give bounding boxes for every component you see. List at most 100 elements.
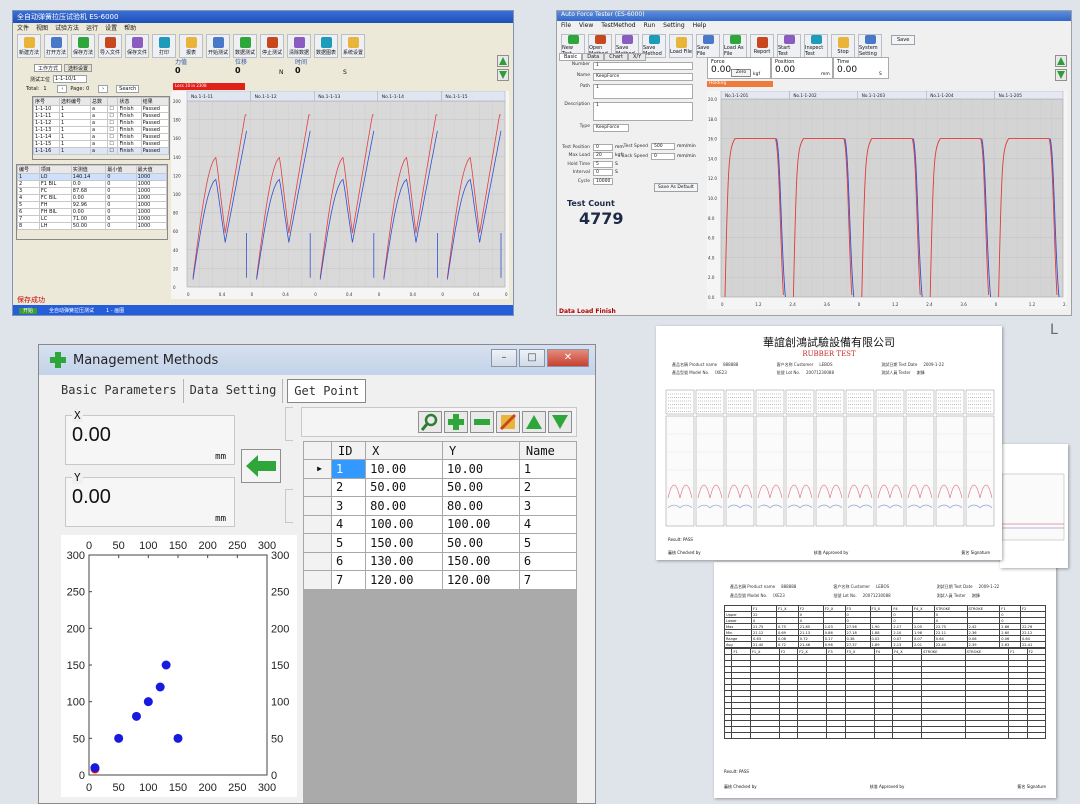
cell-x[interactable]: 100.00 (365, 514, 443, 534)
menu-item[interactable]: 视图 (36, 25, 48, 32)
row-header[interactable] (303, 551, 332, 571)
table-row[interactable]: 2 50.00 50.00 2 (303, 477, 577, 497)
list-row[interactable]: 1-1-14 1 a ☐ Finish Passed (33, 133, 169, 141)
clear-button[interactable] (496, 411, 520, 433)
toolbar-button[interactable]: Load File (669, 34, 693, 58)
table-row[interactable]: 5 150.00 50.00 5 (303, 533, 577, 553)
next-page-button[interactable]: › (98, 85, 109, 93)
toolbar-button[interactable]: Save File (696, 34, 720, 58)
save-button[interactable]: Save (891, 35, 916, 45)
field-input[interactable]: 1 (593, 62, 693, 70)
row-checkbox[interactable]: ☐ (107, 112, 119, 120)
cell-x[interactable]: 120.00 (365, 570, 443, 590)
table-row[interactable]: 7 120.00 120.00 7 (303, 570, 577, 590)
toolbar-button[interactable]: Inspect Test (804, 34, 828, 58)
menu-item[interactable]: 帮助 (124, 25, 136, 32)
toolbar-button[interactable]: 保存方法 (71, 34, 95, 58)
add-button[interactable] (444, 411, 468, 433)
param-row[interactable]: 6 FH BIL 0.00 0 1000 (17, 208, 167, 216)
up-arrow-button[interactable] (1055, 55, 1067, 67)
cell-id[interactable]: 2 (330, 477, 367, 497)
field-input[interactable]: KeepForce (593, 73, 693, 81)
cell-name[interactable]: 1 (518, 459, 577, 479)
field-input[interactable]: 0 (651, 152, 675, 160)
up-arrow-button[interactable] (497, 55, 509, 67)
field-input[interactable]: 0 (593, 143, 613, 151)
menu-item[interactable]: 运行 (86, 25, 98, 32)
field-input[interactable]: 500 (651, 142, 675, 150)
table-row[interactable]: 4 100.00 100.00 4 (303, 514, 577, 534)
spec-field[interactable]: 1-1-10/1 (53, 75, 88, 83)
move-up-button[interactable] (522, 411, 546, 433)
row-checkbox[interactable]: ☐ (107, 105, 119, 113)
toolbar-button[interactable]: 开始测试 (206, 34, 230, 58)
toolbar-button[interactable]: Load As File (723, 34, 747, 58)
toolbar-button[interactable]: 停止测试 (260, 34, 284, 58)
cell-id[interactable]: 3 (330, 496, 367, 516)
toolbar-button[interactable]: Start Test (777, 34, 801, 58)
tab-data[interactable]: Data (582, 53, 605, 61)
save-as-default-button[interactable]: Save As Default (654, 183, 698, 192)
table-row[interactable]: ▶ 1 10.00 10.00 1 (303, 459, 577, 479)
prev-page-button[interactable]: ‹ (57, 85, 68, 93)
toolbar-button[interactable]: 保存文件 (125, 34, 149, 58)
tab-get-point[interactable]: Get Point (287, 379, 367, 403)
toolbar-button[interactable]: Stop (831, 34, 855, 58)
menu-item[interactable]: View (579, 22, 593, 29)
field-input[interactable]: 5 (593, 160, 613, 168)
down-arrow-button[interactable] (1055, 69, 1067, 81)
taskbar-item[interactable]: 开始 (19, 308, 38, 314)
cell-name[interactable]: 2 (518, 477, 577, 497)
toolbar-button[interactable]: Report (750, 34, 774, 58)
taskbar-item[interactable]: 1 - 画图 (106, 308, 124, 314)
tab-data-setting[interactable]: Data Setting (184, 379, 284, 403)
toolbar-button[interactable]: 打印 (152, 34, 176, 58)
row-checkbox[interactable]: ☐ (107, 126, 119, 134)
field-input[interactable]: 20 (593, 152, 613, 160)
tab-basic-parameters[interactable]: Basic Parameters (55, 379, 184, 403)
field-input[interactable]: KeepForce (593, 124, 629, 132)
cell-x[interactable]: 50.00 (365, 477, 443, 497)
cell-name[interactable]: 5 (518, 533, 577, 553)
cell-y[interactable]: 150.00 (442, 551, 520, 571)
cell-y[interactable]: 10.00 (442, 459, 520, 479)
cell-y[interactable]: 120.00 (442, 570, 520, 590)
cell-id[interactable]: 6 (330, 551, 367, 571)
menu-item[interactable]: Help (693, 22, 707, 29)
cell-name[interactable]: 7 (518, 570, 577, 590)
column-header-id[interactable]: ID (330, 441, 367, 460)
minimize-button[interactable]: – (491, 349, 517, 367)
menu-item[interactable]: Run (644, 22, 656, 29)
table-row[interactable]: 3 80.00 80.00 3 (303, 496, 577, 516)
tab-basic[interactable]: Basic (559, 53, 583, 61)
cell-y[interactable]: 50.00 (442, 533, 520, 553)
list-row[interactable]: 1-1-11 1 a ☐ Finish Passed (33, 112, 169, 120)
zero-button[interactable]: Zero (731, 69, 751, 77)
column-header-name[interactable]: Name (518, 441, 577, 460)
toolbar-button[interactable]: 新建方法 (17, 34, 41, 58)
tab-x-y[interactable]: X/Y (627, 53, 647, 61)
list-row[interactable]: 1-1-16 1 a ☐ Finish Passed (33, 147, 169, 155)
move-down-button[interactable] (548, 411, 572, 433)
menu-item[interactable]: 设置 (105, 25, 117, 32)
cell-id[interactable]: 7 (330, 570, 367, 590)
field-input[interactable]: 1 (593, 102, 693, 121)
row-header[interactable]: ▶ (303, 459, 332, 479)
taskbar-item[interactable]: 全自动弹簧拉压测试 (49, 308, 94, 314)
row-checkbox[interactable]: ☐ (107, 140, 119, 148)
menu-item[interactable]: 文件 (17, 25, 29, 32)
param-row[interactable]: 7 LC 71.00 0 1000 (17, 215, 167, 223)
row-checkbox[interactable]: ☐ (107, 119, 119, 127)
param-row[interactable]: 8 LH 50.00 0 1000 (17, 222, 167, 230)
param-row[interactable]: 4 FC BIL 0.00 0 1000 (17, 194, 167, 202)
list-row[interactable]: 1-1-15 1 a ☐ Finish Passed (33, 140, 169, 148)
tab-1[interactable]: 选料设置 (64, 64, 93, 72)
toolbar-button[interactable]: 导入文件 (98, 34, 122, 58)
toolbar-button[interactable]: 清除数据 (287, 34, 311, 58)
row-checkbox[interactable]: ☐ (107, 147, 119, 155)
cell-x[interactable]: 130.00 (365, 551, 443, 571)
list-row[interactable]: 1-1-13 1 a ☐ Finish Passed (33, 126, 169, 134)
field-input[interactable]: 1 (593, 84, 693, 99)
toolbar-button[interactable]: 数据测试 (233, 34, 257, 58)
cell-id[interactable]: 1 (330, 459, 367, 479)
